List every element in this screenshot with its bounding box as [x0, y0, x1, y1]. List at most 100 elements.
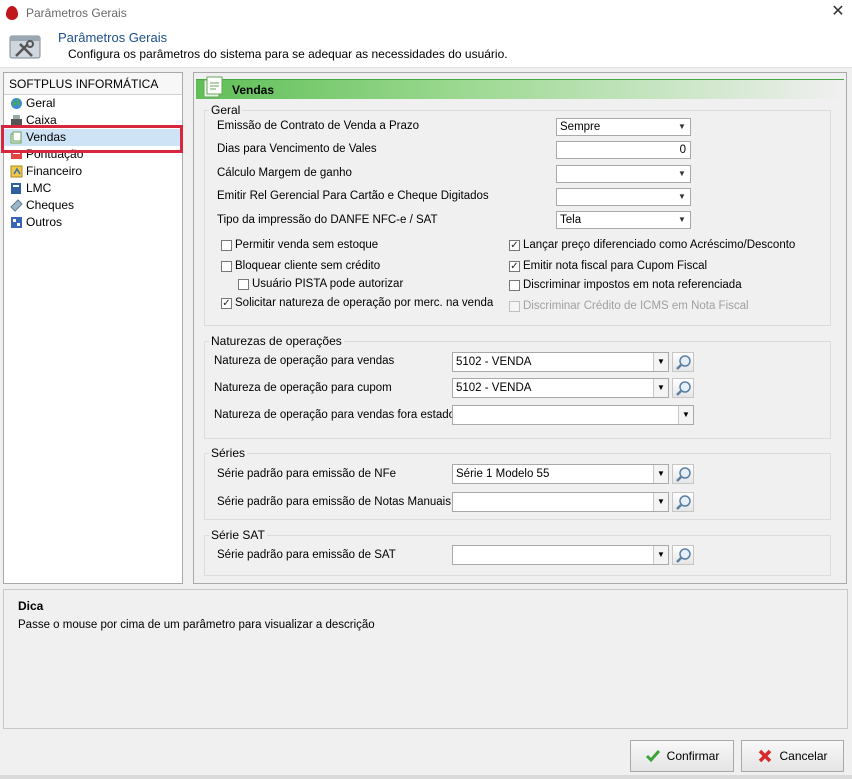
group-legend: Séries [211, 446, 246, 460]
chevron-down-icon: ▼ [678, 215, 686, 224]
cancel-button[interactable]: Cancelar [741, 740, 844, 772]
checkbox-label: Bloquear cliente sem crédito [235, 260, 381, 272]
serie-nfe-label: Série padrão para emissão de NFe [217, 468, 396, 480]
contrato-select[interactable]: Sempre ▼ [556, 118, 691, 136]
pista-checkbox[interactable]: Usuário PISTA pode autorizar [238, 278, 403, 290]
tree-item-vendas[interactable]: Vendas [4, 129, 182, 146]
natureza-merc-checkbox[interactable]: ✓ Solicitar natureza de operação por mer… [221, 297, 493, 309]
checkbox-label: Lançar preço diferenciado como Acréscimo… [523, 239, 796, 251]
checkbox-box [221, 239, 232, 251]
close-icon[interactable]: ✕ [830, 4, 846, 20]
natureza-fora-estado-label: Natureza de operação para vendas fora es… [214, 409, 456, 421]
natureza-vendas-select[interactable]: 5102 - VENDA ▼ [452, 352, 669, 372]
title-bar: Parâmetros Gerais ✕ [0, 0, 852, 26]
natureza-cupom-search-button[interactable] [672, 378, 694, 398]
margem-label: Cálculo Margem de ganho [217, 167, 352, 179]
tree-item-cheques[interactable]: Cheques [4, 197, 182, 214]
tip-panel: Dica Passe o mouse por cima de um parâme… [3, 589, 848, 729]
sales-icon [203, 76, 223, 98]
danfe-label: Tipo da impressão do DANFE NFC-e / SAT [217, 214, 438, 226]
checkbox-label: Discriminar Crédito de ICMS em Nota Fisc… [523, 300, 749, 312]
check-icon [645, 750, 660, 763]
checkbox-box: ✓ [509, 260, 520, 272]
search-icon [676, 548, 691, 563]
chevron-down-icon: ▼ [653, 465, 668, 483]
bloquear-checkbox[interactable]: Bloquear cliente sem crédito [221, 260, 380, 272]
chevron-down-icon: ▼ [678, 406, 693, 424]
others-icon [11, 217, 22, 228]
chevron-down-icon: ▼ [653, 379, 668, 397]
settings-tools-icon [9, 35, 41, 59]
group-legend: Geral [211, 103, 241, 117]
natureza-cupom-select[interactable]: 5102 - VENDA ▼ [452, 378, 669, 398]
sales-icon [10, 131, 22, 144]
checkbox-box: ✓ [509, 239, 520, 251]
serie-nfe-value: Série 1 Modelo 55 [456, 468, 550, 480]
serie-manuais-select[interactable]: ▼ [452, 492, 669, 512]
group-legend: Série SAT [211, 528, 265, 542]
checkbox-label: Usuário PISTA pode autorizar [252, 278, 404, 290]
chevron-down-icon: ▼ [653, 546, 668, 564]
tree-item-outros[interactable]: Outros [4, 214, 182, 231]
book-icon [11, 183, 21, 194]
tree-root[interactable]: SOFTPLUS INFORMÁTICA [4, 73, 182, 95]
tree-item-label: Outros [26, 215, 63, 229]
natureza-fora-estado-select[interactable]: ▼ [452, 405, 694, 425]
rel-gerencial-label: Emitir Rel Gerencial Para Cartão e Chequ… [217, 190, 489, 202]
tree-item-caixa[interactable]: Caixa [4, 112, 182, 129]
chevron-down-icon: ▼ [678, 192, 686, 201]
section-header: Vendas [196, 76, 844, 99]
serie-manuais-search-button[interactable] [672, 492, 694, 512]
checkbox-label: Emitir nota fiscal para Cupom Fiscal [523, 260, 708, 272]
bottom-strip [0, 775, 852, 779]
serie-sat-search-button[interactable] [672, 545, 694, 565]
rel-gerencial-select[interactable]: ▼ [556, 188, 691, 206]
header-title: Parâmetros Gerais [58, 30, 168, 45]
close-icon [759, 749, 772, 763]
preco-diferenciado-checkbox[interactable]: ✓ Lançar preço diferenciado como Acrésci… [509, 239, 795, 251]
search-icon [676, 467, 691, 482]
settings-panel: Vendas Geral Emissão de Contrato de Vend… [193, 72, 847, 584]
checkbox-box [509, 300, 520, 312]
natureza-vendas-search-button[interactable] [672, 352, 694, 372]
cash-register-icon [11, 115, 22, 126]
impostos-checkbox[interactable]: Discriminar impostos em nota referenciad… [509, 279, 742, 291]
danfe-value: Tela [560, 214, 582, 226]
checkbox-box [221, 260, 232, 272]
tree-item-pontuacao[interactable]: Pontuação [4, 146, 182, 163]
checkbox-box [238, 278, 249, 290]
finance-icon [10, 165, 23, 178]
section-title: Vendas [232, 83, 275, 97]
tree-item-label: LMC [26, 181, 52, 195]
natureza-vendas-label: Natureza de operação para vendas [214, 355, 395, 367]
confirm-button[interactable]: Confirmar [630, 740, 734, 772]
serie-sat-label: Série padrão para emissão de SAT [217, 549, 396, 561]
serie-sat-select[interactable]: ▼ [452, 545, 669, 565]
cheque-icon [10, 199, 23, 212]
tree-item-financeiro[interactable]: Financeiro [4, 163, 182, 180]
checkbox-label: Discriminar impostos em nota referenciad… [523, 279, 742, 291]
nota-cupom-checkbox[interactable]: ✓ Emitir nota fiscal para Cupom Fiscal [509, 260, 707, 272]
vales-input[interactable]: 0 [556, 141, 691, 159]
tree-item-label: Cheques [26, 198, 75, 212]
margem-select[interactable]: ▼ [556, 165, 691, 183]
header-subtitle: Configura os parâmetros do sistema para … [68, 47, 508, 61]
tree-item-lmc[interactable]: LMC [4, 180, 182, 197]
chevron-down-icon: ▼ [678, 169, 686, 178]
tip-title: Dica [18, 599, 44, 613]
tree-item-label: Financeiro [26, 164, 83, 178]
natureza-cupom-value: 5102 - VENDA [456, 382, 532, 394]
page-header: Parâmetros Gerais Configura os parâmetro… [0, 26, 852, 68]
tree-item-geral[interactable]: Geral [4, 95, 182, 112]
checkbox-label: Permitir venda sem estoque [235, 239, 379, 251]
natureza-vendas-value: 5102 - VENDA [456, 356, 532, 368]
tree-item-label: Pontuação [26, 147, 84, 161]
danfe-select[interactable]: Tela ▼ [556, 211, 691, 229]
search-icon [676, 381, 691, 396]
serie-nfe-search-button[interactable] [672, 464, 694, 484]
app-logo-icon [6, 6, 18, 20]
icms-checkbox: Discriminar Crédito de ICMS em Nota Fisc… [509, 300, 749, 312]
sem-estoque-checkbox[interactable]: Permitir venda sem estoque [221, 239, 378, 251]
natureza-cupom-label: Natureza de operação para cupom [214, 382, 392, 394]
serie-nfe-select[interactable]: Série 1 Modelo 55 ▼ [452, 464, 669, 484]
